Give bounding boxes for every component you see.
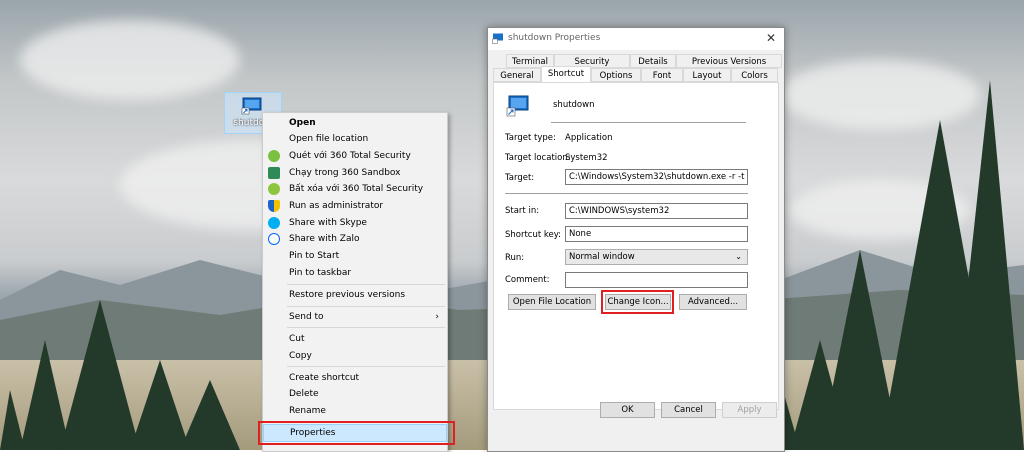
close-icon[interactable]: ✕	[766, 31, 776, 45]
menu-item-share-skype[interactable]: Share with Skype	[263, 215, 447, 231]
menu-item-pin-to-taskbar[interactable]: Pin to taskbar	[263, 265, 447, 281]
360-sandbox-icon	[268, 167, 280, 179]
menu-separator	[287, 366, 445, 367]
menu-item-cut[interactable]: Cut	[263, 331, 447, 347]
tab-colors[interactable]: Colors	[731, 68, 778, 82]
tab-font[interactable]: Font	[641, 68, 683, 82]
shortcut-app-icon	[492, 33, 503, 44]
target-input[interactable]: C:\Windows\System32\shutdown.exe -r -t 6…	[565, 169, 748, 185]
run-select-value: Normal window	[569, 252, 635, 262]
menu-item-create-shortcut[interactable]: Create shortcut	[263, 370, 447, 386]
tab-general[interactable]: General	[493, 68, 541, 82]
start-in-label: Start in:	[505, 206, 540, 216]
target-location-label: Target location:	[505, 153, 571, 163]
menu-separator	[287, 306, 445, 307]
shortcut-name: shutdown	[553, 100, 595, 110]
dialog-titlebar[interactable]: shutdown Properties ✕	[488, 28, 784, 50]
tab-details[interactable]: Details	[630, 54, 676, 68]
start-in-input[interactable]: C:\WINDOWS\system32	[565, 203, 748, 219]
run-label: Run:	[505, 253, 525, 263]
shortcut-app-icon	[506, 95, 529, 117]
shortcut-key-label: Shortcut key:	[505, 230, 562, 240]
shortcut-app-icon	[241, 97, 262, 115]
menu-separator	[287, 284, 445, 285]
menu-separator	[287, 421, 445, 422]
menu-item-copy[interactable]: Copy	[263, 348, 447, 364]
divider	[551, 122, 746, 123]
target-label: Target:	[505, 173, 535, 183]
menu-item-restore-previous-versions[interactable]: Restore previous versions	[263, 287, 447, 303]
menu-item-sandbox-360[interactable]: Chạy trong 360 Sandbox	[263, 165, 447, 181]
menu-separator	[287, 327, 445, 328]
divider	[505, 193, 748, 194]
uac-shield-icon	[268, 200, 280, 212]
target-type-value: Application	[565, 133, 613, 143]
360-shred-icon	[268, 183, 280, 195]
shortcut-key-input[interactable]: None	[565, 226, 748, 242]
tab-options[interactable]: Options	[591, 68, 641, 82]
menu-item-share-zalo[interactable]: Share with Zalo	[263, 231, 447, 247]
ok-button[interactable]: OK	[600, 402, 655, 418]
tab-previous-versions[interactable]: Previous Versions	[676, 54, 782, 68]
menu-item-properties[interactable]: Properties	[263, 424, 447, 442]
menu-item-send-to[interactable]: Send to ›	[263, 309, 447, 325]
menu-item-shred-360[interactable]: Bất xóa với 360 Total Security	[263, 181, 447, 197]
menu-item-delete[interactable]: Delete	[263, 386, 447, 402]
menu-item-scan-360[interactable]: Quét với 360 Total Security	[263, 148, 447, 164]
apply-button[interactable]: Apply	[722, 402, 777, 418]
menu-item-rename[interactable]: Rename	[263, 403, 447, 419]
target-location-value: System32	[565, 153, 608, 163]
tab-shortcut[interactable]: Shortcut	[541, 66, 591, 82]
skype-icon	[268, 217, 280, 229]
target-type-label: Target type:	[505, 133, 556, 143]
shortcut-tab-panel: shutdown Target type: Application Target…	[493, 82, 779, 410]
context-menu: Open Open file location Quét với 360 Tot…	[262, 112, 448, 452]
cancel-button[interactable]: Cancel	[661, 402, 716, 418]
change-icon-button[interactable]: Change Icon...	[605, 294, 671, 310]
dialog-title: shutdown Properties	[508, 33, 601, 43]
comment-label: Comment:	[505, 275, 550, 285]
menu-item-run-as-admin[interactable]: Run as administrator	[263, 198, 447, 214]
360-total-security-icon	[268, 150, 280, 162]
menu-item-open[interactable]: Open	[263, 115, 447, 131]
properties-dialog: shutdown Properties ✕ Terminal Security …	[487, 27, 785, 452]
zalo-icon	[268, 233, 280, 245]
menu-item-open-file-location[interactable]: Open file location	[263, 131, 447, 147]
advanced-button[interactable]: Advanced...	[679, 294, 747, 310]
comment-input[interactable]	[565, 272, 748, 288]
menu-item-pin-to-start[interactable]: Pin to Start	[263, 248, 447, 264]
open-file-location-button[interactable]: Open File Location	[508, 294, 596, 310]
submenu-arrow-icon: ›	[435, 312, 439, 322]
chevron-down-icon: ⌄	[735, 252, 742, 261]
run-select[interactable]: Normal window ⌄	[565, 249, 748, 265]
tab-layout[interactable]: Layout	[683, 68, 731, 82]
